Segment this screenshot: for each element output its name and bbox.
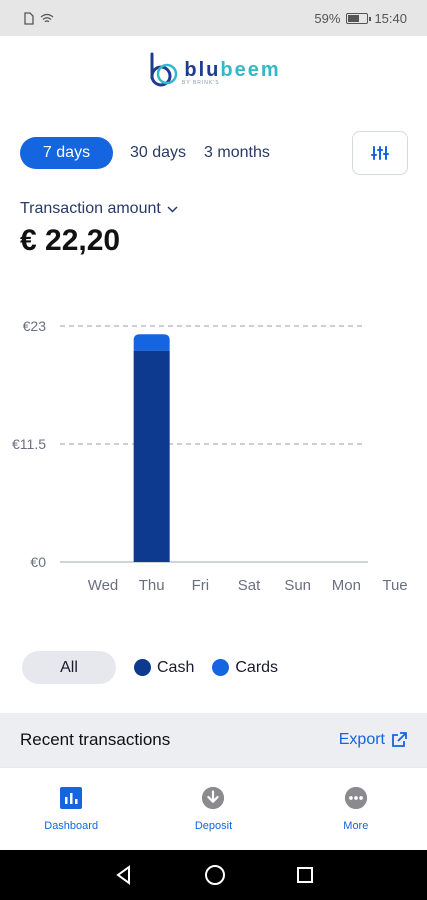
y-tick-label: €0 <box>30 554 46 570</box>
logo-text: blubeem <box>184 58 281 81</box>
amount-dropdown[interactable]: Transaction amount <box>20 200 178 218</box>
cards-dot <box>212 659 230 676</box>
legend-cash-label: Cash <box>157 658 195 676</box>
y-tick-label: €11.5 <box>12 436 46 452</box>
home-icon[interactable] <box>204 864 226 886</box>
bar-chart-icon <box>59 786 83 810</box>
cash-dot <box>134 659 151 676</box>
nav-deposit-label: Deposit <box>194 820 233 832</box>
amount-value: € 22,20 <box>20 224 121 257</box>
tab-30-days[interactable]: 30 days <box>121 137 195 169</box>
more-circle-icon <box>344 786 368 810</box>
chart-legend: All Cash Cards <box>22 651 278 684</box>
sim-icon <box>24 11 34 25</box>
clock: 15:40 <box>374 10 407 26</box>
wifi-icon <box>40 13 54 22</box>
status-bar: 59% 15:40 <box>0 0 427 36</box>
nav-more-label: More <box>343 820 369 832</box>
logo-tagline: BY BRINK'S <box>182 80 220 86</box>
x-tick-label: Sat <box>238 577 261 594</box>
x-tick-label: Fri <box>192 577 210 594</box>
recents-icon[interactable] <box>296 866 314 884</box>
export-label: Export <box>338 731 385 748</box>
battery-percent: 59% <box>314 10 341 26</box>
bottom-navigation: Dashboard Deposit More <box>0 767 427 850</box>
status-left <box>24 11 54 25</box>
blubeem-logo-icon <box>150 52 178 87</box>
nav-deposit[interactable]: Deposit <box>142 768 284 850</box>
nav-dashboard-label: Dashboard <box>44 820 99 832</box>
y-tick-label: €23 <box>23 318 47 334</box>
tab-7-days[interactable]: 7 days <box>20 137 113 169</box>
status-right: 59% 15:40 <box>314 11 407 26</box>
transaction-chart: €0 €11.5 €23 Wed Thu Fri Sat Sun Mon Tue <box>12 318 408 594</box>
recent-transactions-title: Recent transactions <box>20 730 171 749</box>
x-tick-label: Thu <box>139 577 165 594</box>
download-circle-icon <box>201 786 225 810</box>
export-button[interactable]: Export <box>339 731 407 749</box>
legend-cards-label: Cards <box>235 658 279 676</box>
android-navigation-bar <box>0 850 427 900</box>
tab-3-months[interactable]: 3 months <box>195 137 279 169</box>
legend-cash[interactable]: Cash <box>134 659 194 677</box>
x-tick-label: Wed <box>88 577 119 594</box>
recent-transactions-header: Recent transactions Export <box>0 713 427 767</box>
sliders-icon <box>371 146 389 160</box>
x-tick-label: Mon <box>332 577 361 594</box>
legend-all-button[interactable]: All <box>22 651 116 684</box>
bar-cards <box>133 334 170 351</box>
back-icon[interactable] <box>114 865 134 885</box>
nav-more[interactable]: More <box>285 768 427 850</box>
x-tick-label: Sun <box>284 577 311 594</box>
nav-dashboard[interactable]: Dashboard <box>0 768 142 850</box>
filter-button[interactable] <box>352 131 408 175</box>
chevron-down-icon <box>167 205 178 213</box>
period-tabs: 7 days 30 days 3 months <box>20 137 279 169</box>
x-tick-label: Tue <box>382 577 407 594</box>
external-link-icon <box>392 732 407 747</box>
legend-cards[interactable]: Cards <box>212 659 278 677</box>
battery-icon <box>346 12 372 24</box>
bar-cash <box>133 350 170 562</box>
amount-label: Transaction amount <box>20 200 161 217</box>
